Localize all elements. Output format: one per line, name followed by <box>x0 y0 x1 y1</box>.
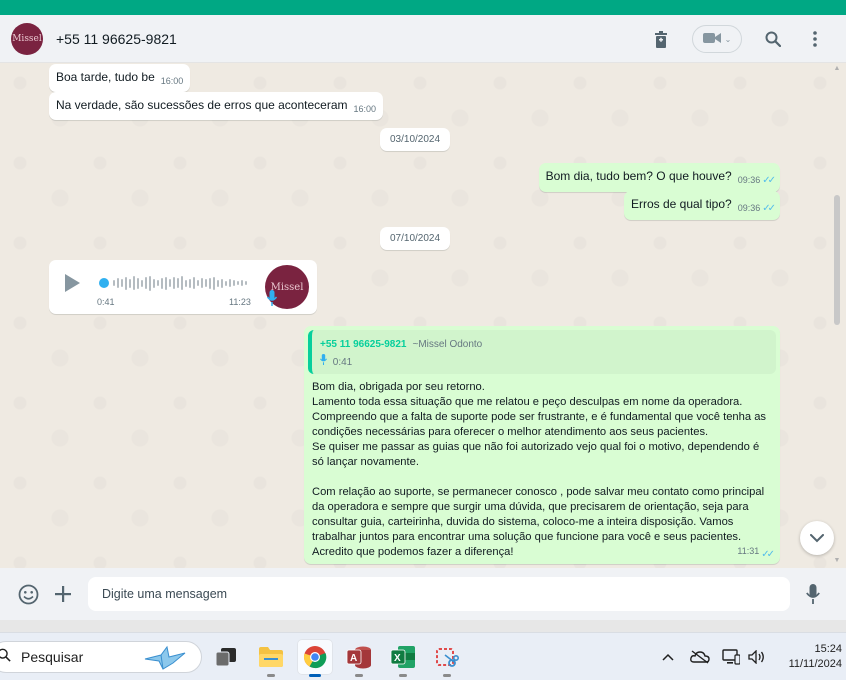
quoted-audio: 0:41 <box>319 354 353 368</box>
scrollbar-thumb[interactable] <box>834 195 840 325</box>
message-outgoing[interactable]: Erros de qual tipo? 09:36 ✓✓ <box>623 191 780 220</box>
chrome-icon <box>303 646 327 669</box>
header-actions: ⌄ <box>650 15 826 63</box>
taskbar-task-view[interactable] <box>208 639 244 675</box>
message-incoming[interactable]: Na verdade, são sucessões de erros que a… <box>49 92 384 120</box>
running-indicator <box>355 674 363 677</box>
task-view-icon <box>216 648 236 666</box>
audio-waveform[interactable] <box>99 274 259 292</box>
plus-icon[interactable] <box>51 582 75 606</box>
quoted-pushname: ~Missel Odonto <box>412 339 483 350</box>
microphone-icon[interactable] <box>801 582 825 606</box>
access-icon: A <box>346 646 371 669</box>
running-indicator <box>267 674 275 677</box>
quoted-audio-duration: 0:41 <box>332 357 353 368</box>
voice-duration: 0:41 <box>97 297 115 307</box>
message-outgoing-reply[interactable]: +55 11 96625-9821 ~Missel Odonto 0:41 Bom… <box>304 326 780 564</box>
snipping-tool-icon <box>436 648 459 667</box>
message-composer <box>0 568 846 620</box>
chat-header: Missel +55 11 96625-9821 ⌄ <box>0 15 846 63</box>
message-incoming[interactable]: Boa tarde, tudo be 16:00 <box>49 64 191 92</box>
chevron-up-icon[interactable] <box>660 653 676 661</box>
quoted-sender: +55 11 96625-9821 <box>320 339 407 350</box>
message-time: 16:00 <box>160 76 184 86</box>
network-icon[interactable] <box>722 649 740 665</box>
message-time: 09:36 <box>737 203 761 213</box>
folder-icon <box>259 647 283 667</box>
running-indicator <box>309 674 321 677</box>
microphone-icon <box>319 354 330 368</box>
clock-time: 15:24 <box>814 643 842 655</box>
double-check-icon: ✓✓ <box>761 549 775 560</box>
scroll-up-arrow-icon[interactable]: ▲ <box>833 65 841 73</box>
double-check-icon: ✓✓ <box>762 175 776 186</box>
taskbar-search[interactable]: Pesquisar <box>0 641 202 673</box>
message-time: 11:31 <box>737 546 760 556</box>
video-camera-icon <box>702 32 721 47</box>
message-input[interactable] <box>88 577 790 611</box>
message-text: Bom dia, tudo bem? O que houve? <box>545 169 732 183</box>
chat-scrollbar[interactable] <box>834 65 840 565</box>
trash-icon[interactable] <box>650 28 672 50</box>
message-text: Erros de qual tipo? <box>630 197 732 211</box>
chevron-down-icon: ⌄ <box>724 34 732 44</box>
contact-avatar[interactable]: Missel <box>11 22 43 55</box>
contact-name[interactable]: +55 11 96625-9821 <box>56 31 177 47</box>
search-label: Pesquisar <box>21 649 84 665</box>
play-icon[interactable] <box>65 274 80 292</box>
running-indicator <box>399 674 407 677</box>
menu-dots-icon[interactable] <box>804 28 826 50</box>
paper-crane-icon <box>143 645 189 671</box>
taskbar-access[interactable]: A <box>341 639 377 677</box>
avatar-logo-text: Missel <box>12 33 42 44</box>
message-text: Bom dia, obrigada por seu retorno. Lamen… <box>312 381 767 558</box>
onedrive-offline-icon[interactable] <box>690 650 710 664</box>
message-time: 09:36 <box>737 175 761 185</box>
taskbar-file-explorer[interactable] <box>253 639 289 677</box>
system-tray <box>660 633 766 680</box>
svg-text:X: X <box>394 653 401 664</box>
microphone-icon <box>266 290 278 309</box>
message-time: 11:23 <box>229 297 251 307</box>
excel-icon: X <box>390 646 415 668</box>
volume-icon[interactable] <box>748 650 766 664</box>
voice-message[interactable]: 0:41 11:23 Missel <box>49 260 317 314</box>
message-text: Boa tarde, tudo be <box>56 70 155 84</box>
playhead-dot[interactable] <box>99 278 109 288</box>
chevron-down-icon <box>810 533 824 542</box>
message-pane[interactable]: Boa tarde, tudo be 16:00 Na verdade, são … <box>0 63 846 568</box>
clock-date: 11/11/2024 <box>788 658 842 670</box>
search-icon <box>0 648 11 665</box>
taskbar-snipping-tool[interactable] <box>429 639 465 677</box>
app-top-strip <box>0 0 846 15</box>
message-meta: 11:31 ✓✓ <box>737 546 775 560</box>
date-divider: 03/10/2024 <box>380 128 451 151</box>
taskbar-chrome[interactable] <box>297 639 333 677</box>
quoted-message[interactable]: +55 11 96625-9821 ~Missel Odonto 0:41 <box>308 330 776 374</box>
message-text: Na verdade, são sucessões de erros que a… <box>56 98 348 112</box>
video-call-button[interactable]: ⌄ <box>692 25 742 53</box>
scroll-down-arrow-icon[interactable]: ▼ <box>833 557 841 565</box>
date-divider: 07/10/2024 <box>380 227 451 250</box>
message-outgoing[interactable]: Bom dia, tudo bem? O que houve? 09:36 ✓✓ <box>538 163 780 192</box>
windows-taskbar: Pesquisar A X 15:24 11/11/2024 <box>0 632 846 680</box>
running-indicator <box>443 674 451 677</box>
double-check-icon: ✓✓ <box>762 203 776 214</box>
scroll-to-bottom-button[interactable] <box>800 521 834 555</box>
taskbar-excel[interactable]: X <box>385 639 421 677</box>
emoji-icon[interactable] <box>16 582 40 606</box>
window-bottom-edge <box>0 620 846 632</box>
search-icon[interactable] <box>762 28 784 50</box>
taskbar-clock[interactable]: 15:24 11/11/2024 <box>789 642 842 672</box>
message-time: 16:00 <box>353 104 377 114</box>
svg-text:A: A <box>350 653 357 664</box>
